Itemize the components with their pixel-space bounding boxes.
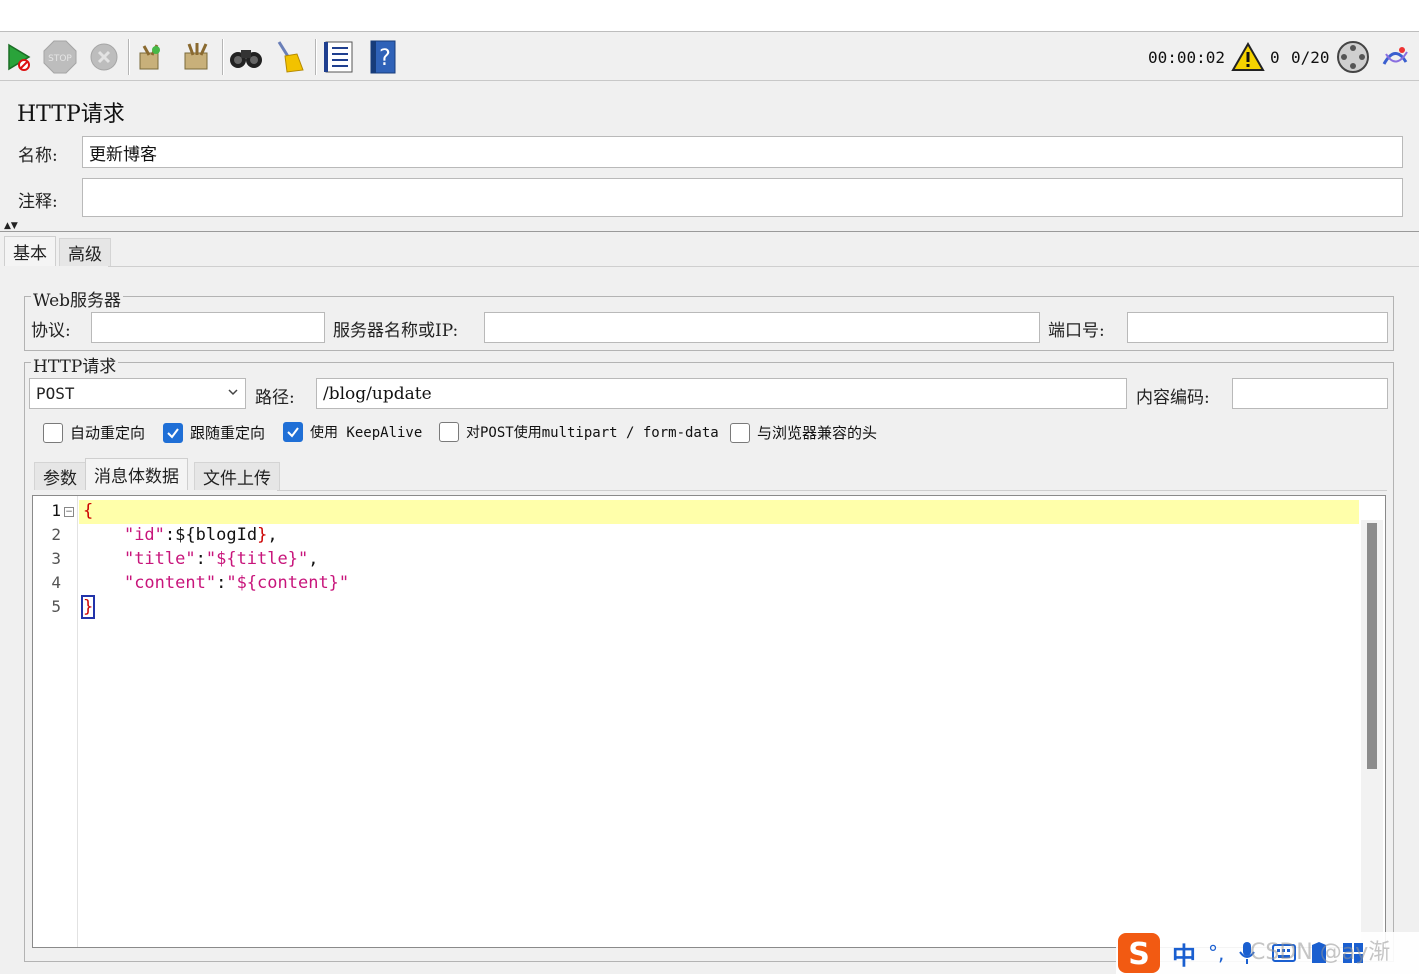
svg-text:?: ? — [379, 46, 391, 71]
function-helper-icon[interactable] — [322, 40, 356, 74]
code-line: } — [80, 595, 96, 619]
svg-text:S: S — [1128, 937, 1150, 972]
tab-file-upload[interactable]: 文件上传 — [194, 462, 280, 490]
code-line: "title":"${title}", — [123, 549, 319, 569]
checkbox-box[interactable] — [730, 422, 750, 443]
start-no-pause-icon[interactable] — [2, 40, 36, 74]
elapsed-timer: 00:00:02 — [1148, 47, 1226, 67]
matched-brace: } — [80, 595, 96, 619]
clear-icon[interactable] — [134, 40, 168, 74]
line-number: 3 — [51, 549, 61, 568]
window-top-strip — [0, 0, 1419, 32]
method-select[interactable]: POST — [29, 378, 246, 409]
ime-punctuation[interactable]: °, — [1208, 941, 1224, 965]
log-viewer-icon[interactable] — [1378, 40, 1412, 74]
help-icon[interactable]: ? — [366, 40, 400, 74]
tab-body-data[interactable]: 消息体数据 — [85, 458, 188, 490]
sogou-logo-icon[interactable]: S — [1116, 931, 1162, 974]
comment-field[interactable] — [82, 178, 1403, 217]
warning-count: 0 — [1270, 47, 1280, 67]
warning-icon[interactable] — [1230, 40, 1266, 74]
stop-icon[interactable]: STOP — [43, 40, 77, 74]
clear-all-icon[interactable] — [180, 40, 214, 74]
multipart-checkbox[interactable]: 对POST使用multipart / form-data — [439, 422, 719, 442]
tab-advanced[interactable]: 高级 — [59, 238, 111, 266]
comment-label: 注释: — [18, 192, 58, 212]
scrollbar-thumb[interactable] — [1367, 523, 1377, 769]
checkbox-box[interactable] — [283, 422, 303, 442]
code-line: "id":${blogId}, — [123, 525, 278, 545]
http-request-legend: HTTP请求 — [31, 352, 119, 377]
port-field[interactable] — [1127, 312, 1388, 343]
tab-basic[interactable]: 基本 — [4, 236, 56, 266]
ime-mode-label[interactable]: 中 — [1172, 936, 1196, 971]
page-title: HTTP请求 — [17, 102, 125, 127]
path-value: /blog/update — [323, 383, 432, 404]
toolbar: STOP ? 00:00:02 0 0/20 — [0, 33, 1419, 81]
name-label: 名称: — [18, 146, 58, 166]
protocol-label: 协议: — [31, 321, 71, 341]
line-number: 4 — [51, 573, 61, 592]
shutdown-icon[interactable] — [87, 40, 121, 74]
path-label: 路径: — [255, 388, 295, 408]
line-number: 1 — [51, 501, 61, 520]
web-server-legend: Web服务器 — [31, 286, 124, 311]
fold-toggle-icon[interactable]: − — [64, 507, 74, 517]
follow-redirect-checkbox[interactable]: 跟随重定向 — [163, 422, 265, 443]
encoding-label: 内容编码: — [1136, 388, 1210, 408]
browser-headers-checkbox[interactable]: 与浏览器兼容的头 — [730, 422, 877, 443]
server-label: 服务器名称或IP: — [333, 321, 459, 341]
protocol-field[interactable] — [91, 312, 325, 343]
keepalive-checkbox[interactable]: 使用 KeepAlive — [283, 422, 422, 442]
line-number-gutter: 1 − 2 3 4 5 — [33, 496, 78, 947]
encoding-field[interactable] — [1232, 378, 1388, 409]
body-data-editor[interactable]: 1 − 2 3 4 5 { "id":${blogId}, "title":"$… — [32, 495, 1386, 948]
svg-text:STOP: STOP — [48, 54, 72, 64]
checkbox-box[interactable] — [163, 422, 183, 443]
search-icon[interactable] — [229, 40, 263, 74]
watermark: CSDN @ay渐 — [1250, 940, 1391, 965]
code-line: { — [83, 501, 94, 521]
current-line-highlight — [79, 500, 1359, 524]
collapse-toggle-icon[interactable]: ▲▼ — [4, 222, 18, 231]
code-line: "content":"${content}" — [123, 573, 350, 593]
checkbox-box[interactable] — [439, 422, 459, 442]
line-number: 2 — [51, 525, 61, 544]
reset-search-icon[interactable] — [272, 40, 306, 74]
chevron-down-icon — [228, 389, 238, 396]
tab-parameters[interactable]: 参数 — [34, 462, 86, 490]
check-icon — [167, 427, 179, 439]
name-field[interactable]: 更新博客 — [82, 136, 1403, 168]
method-value: POST — [36, 384, 75, 403]
port-label: 端口号: — [1048, 321, 1105, 341]
name-field-value: 更新博客 — [89, 144, 157, 165]
checkbox-box[interactable] — [43, 422, 63, 443]
server-field[interactable] — [484, 312, 1040, 343]
path-field[interactable]: /blog/update — [316, 378, 1127, 409]
check-icon — [287, 427, 299, 438]
editor-vertical-scrollbar[interactable] — [1361, 520, 1383, 948]
line-number: 5 — [51, 597, 61, 616]
thread-status-icon — [1336, 40, 1370, 74]
auto-redirect-checkbox[interactable]: 自动重定向 — [43, 422, 145, 443]
active-threads: 0/20 — [1291, 47, 1330, 67]
